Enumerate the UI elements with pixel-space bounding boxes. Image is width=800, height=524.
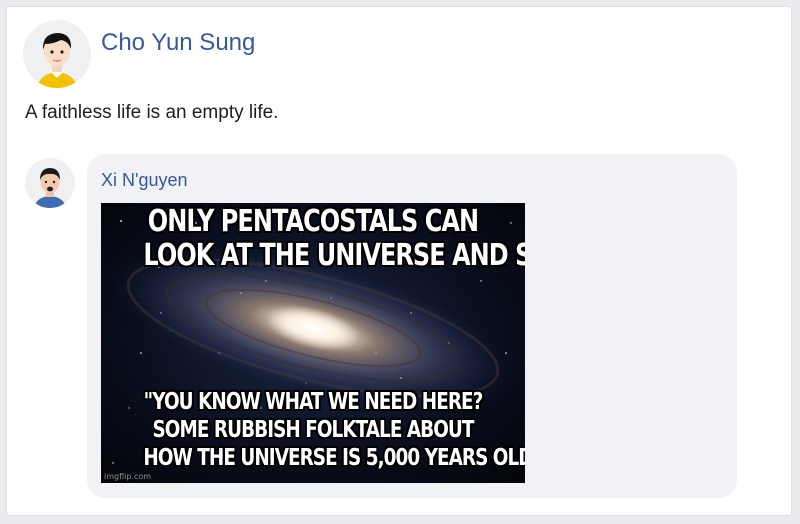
author-name[interactable]: Cho Yun Sung xyxy=(101,29,255,57)
author-avatar[interactable] xyxy=(23,20,91,88)
comment-bubble: Xi N'guyen ONLY PENTACOSTALS CAN LOOK AT… xyxy=(87,154,737,498)
commenter-name[interactable]: Xi N'guyen xyxy=(101,170,187,191)
meme-top-line-1: ONLY PENTACOSTALS CAN xyxy=(147,204,479,239)
meme-bottom-line-3: HOW THE UNIVERSE IS 5,000 YEARS OLD" xyxy=(143,445,525,471)
post-card: Cho Yun Sung A faithless life is an empt… xyxy=(6,6,792,516)
meme-bottom-line-1: "YOU KNOW WHAT WE NEED HERE? xyxy=(143,389,484,415)
meme-bottom-line-2: SOME RUBBISH FOLKTALE ABOUT xyxy=(152,417,475,443)
meme-watermark: imgflip.com xyxy=(104,472,152,481)
commenter-avatar[interactable] xyxy=(25,158,75,208)
meme-image[interactable]: ONLY PENTACOSTALS CAN LOOK AT THE UNIVER… xyxy=(101,203,525,483)
meme-top-line-2: LOOK AT THE UNIVERSE AND SAY xyxy=(143,238,525,273)
post-text: A faithless life is an empty life. xyxy=(25,102,279,123)
